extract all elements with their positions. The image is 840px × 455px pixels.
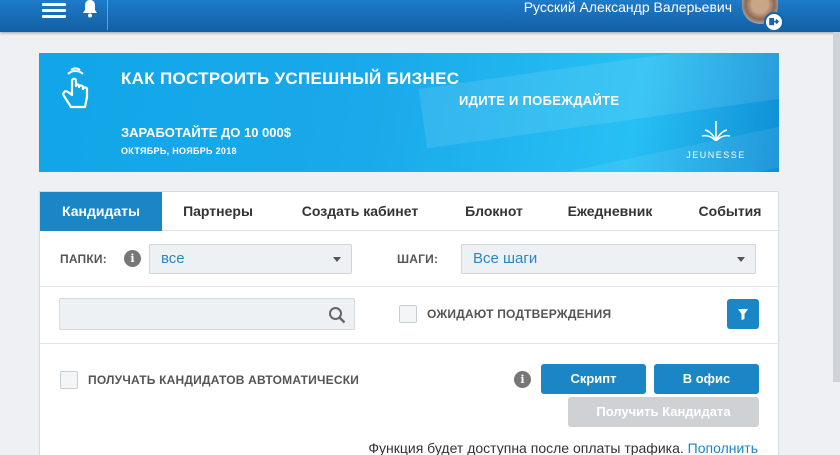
filter-button[interactable] xyxy=(727,299,759,329)
brand-logo: JEUNESSE xyxy=(671,119,761,160)
folders-select[interactable]: все xyxy=(149,244,352,274)
folders-label: ПАПКИ: xyxy=(60,252,107,266)
banner-dates: ОКТЯБРЬ, НОЯБРЬ 2018 xyxy=(121,146,237,156)
auto-candidates-label: ПОЛУЧАТЬ КАНДИДАТОВ АВТОМАТИЧЕСКИ xyxy=(88,373,360,387)
user-name[interactable]: Русский Александр Валерьевич xyxy=(524,0,732,14)
bell-icon[interactable] xyxy=(82,0,98,18)
tab-partners[interactable]: Партнеры xyxy=(162,192,274,231)
chevron-down-icon xyxy=(737,257,745,262)
pending-label: ОЖИДАЮТ ПОДТВЕРЖДЕНИЯ xyxy=(427,307,612,321)
traffic-note: Функция будет доступна после оплаты траф… xyxy=(368,440,758,455)
filter-icon xyxy=(738,309,748,320)
get-candidate-button[interactable]: Получить Кандидата xyxy=(568,397,759,427)
header-divider xyxy=(107,0,108,30)
steps-select-value: Все шаги xyxy=(473,250,538,267)
auto-info-icon[interactable]: i xyxy=(514,371,531,388)
pending-checkbox[interactable] xyxy=(399,305,417,323)
page-scrollbar[interactable] xyxy=(833,32,840,382)
chevron-down-icon xyxy=(333,257,341,262)
candidates-panel: Кандидаты Партнеры Создать кабинет Блокн… xyxy=(39,191,780,455)
top-up-link[interactable]: Пополнить xyxy=(688,440,758,455)
tab-create-cabinet[interactable]: Создать кабинет xyxy=(276,192,444,231)
tab-planner[interactable]: Ежедневник xyxy=(544,192,676,231)
banner-subtitle: ИДИТЕ И ПОБЕЖДАЙТЕ xyxy=(459,93,620,108)
brand-name: JEUNESSE xyxy=(686,150,746,160)
office-button[interactable]: В офис xyxy=(654,364,759,394)
promo-banner[interactable]: КАК ПОСТРОИТЬ УСПЕШНЫЙ БИЗНЕС ИДИТЕ И ПО… xyxy=(39,53,779,172)
tab-bar: Кандидаты Партнеры Создать кабинет Блокн… xyxy=(40,192,780,231)
folders-select-value: все xyxy=(161,250,185,267)
tab-notebook[interactable]: Блокнот xyxy=(444,192,544,231)
logout-icon[interactable] xyxy=(764,12,784,32)
folders-info-icon[interactable]: i xyxy=(124,250,141,267)
steps-select[interactable]: Все шаги xyxy=(461,244,756,274)
top-bar: Русский Александр Валерьевич xyxy=(0,0,840,32)
search-box[interactable] xyxy=(59,298,355,330)
steps-label: ШАГИ: xyxy=(397,252,439,266)
search-input[interactable] xyxy=(60,299,320,329)
search-row: ОЖИДАЮТ ПОДТВЕРЖДЕНИЯ xyxy=(40,288,780,344)
menu-icon[interactable] xyxy=(42,0,66,18)
traffic-note-text: Функция будет доступна после оплаты траф… xyxy=(368,440,684,455)
banner-title: КАК ПОСТРОИТЬ УСПЕШНЫЙ БИЗНЕС xyxy=(121,69,460,88)
auto-candidates-checkbox[interactable] xyxy=(60,371,78,389)
brand-logo-icon xyxy=(701,121,731,142)
tab-events[interactable]: События xyxy=(680,192,780,231)
script-button[interactable]: Скрипт xyxy=(541,364,646,394)
filters-row: ПАПКИ: i все ШАГИ: Все шаги xyxy=(40,231,780,287)
tab-candidates[interactable]: Кандидаты xyxy=(40,192,162,231)
touch-hand-icon xyxy=(62,67,89,109)
search-icon[interactable] xyxy=(328,306,346,324)
banner-earn: ЗАРАБОТАЙТЕ ДО 10 000$ xyxy=(121,125,291,140)
